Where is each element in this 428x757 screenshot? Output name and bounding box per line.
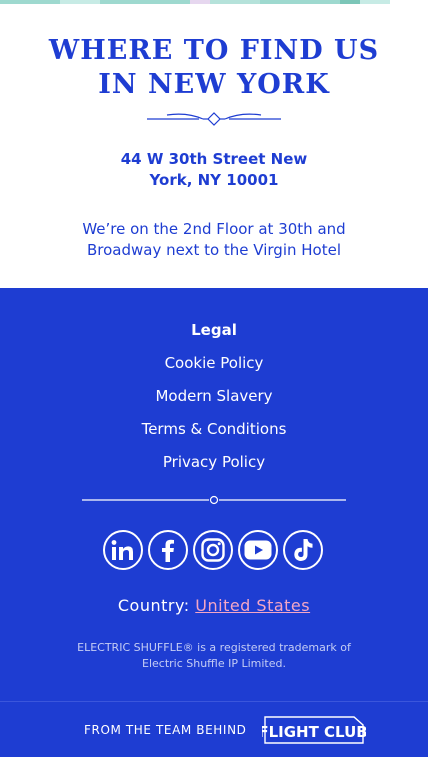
flight-club-logo[interactable]: FLIGHT CLUB (262, 715, 366, 745)
footer-divider (82, 495, 346, 505)
cookie-policy-link[interactable]: Cookie Policy (0, 354, 428, 372)
site-footer: Legal Cookie Policy Modern Slavery Terms… (0, 288, 428, 701)
trademark-notice: ELECTRIC SHUFFLE® is a registered tradem… (77, 641, 351, 670)
flight-club-logo-text: FLIGHT CLUB (262, 723, 366, 741)
from-team-text: FROM THE TEAM BEHIND (84, 723, 247, 737)
social-links (103, 530, 325, 570)
privacy-policy-link[interactable]: Privacy Policy (0, 453, 428, 471)
tiktok-icon[interactable] (283, 530, 323, 570)
instagram-icon[interactable] (193, 530, 233, 570)
ornament-divider (147, 112, 281, 126)
facebook-icon[interactable] (148, 530, 188, 570)
country-label: Country: (117, 596, 190, 615)
bottom-bar: FROM THE TEAM BEHIND FLIGHT CLUB (0, 701, 428, 757)
address-line1: 44 W 30th Street New (120, 150, 308, 168)
address-line2: York, NY 10001 (149, 171, 279, 189)
country-link[interactable]: United States (195, 596, 310, 615)
terms-conditions-link[interactable]: Terms & Conditions (0, 420, 428, 438)
youtube-icon[interactable] (238, 530, 278, 570)
find-us-title-line1: WHERE TO FIND US (48, 35, 380, 66)
country-selector: Country: United States (0, 596, 428, 615)
find-us-title: WHERE TO FIND US IN NEW YORK (40, 34, 388, 102)
linkedin-icon[interactable] (103, 530, 143, 570)
modern-slavery-link[interactable]: Modern Slavery (0, 387, 428, 405)
location-note: We’re on the 2nd Floor at 30th and Broad… (82, 220, 346, 259)
find-us-title-line2: IN NEW YORK (98, 69, 330, 100)
legal-heading: Legal (191, 321, 237, 339)
address: 44 W 30th Street New York, NY 10001 (100, 149, 328, 191)
find-us-section: WHERE TO FIND US IN NEW YORK 44 W 30th S… (0, 4, 428, 288)
